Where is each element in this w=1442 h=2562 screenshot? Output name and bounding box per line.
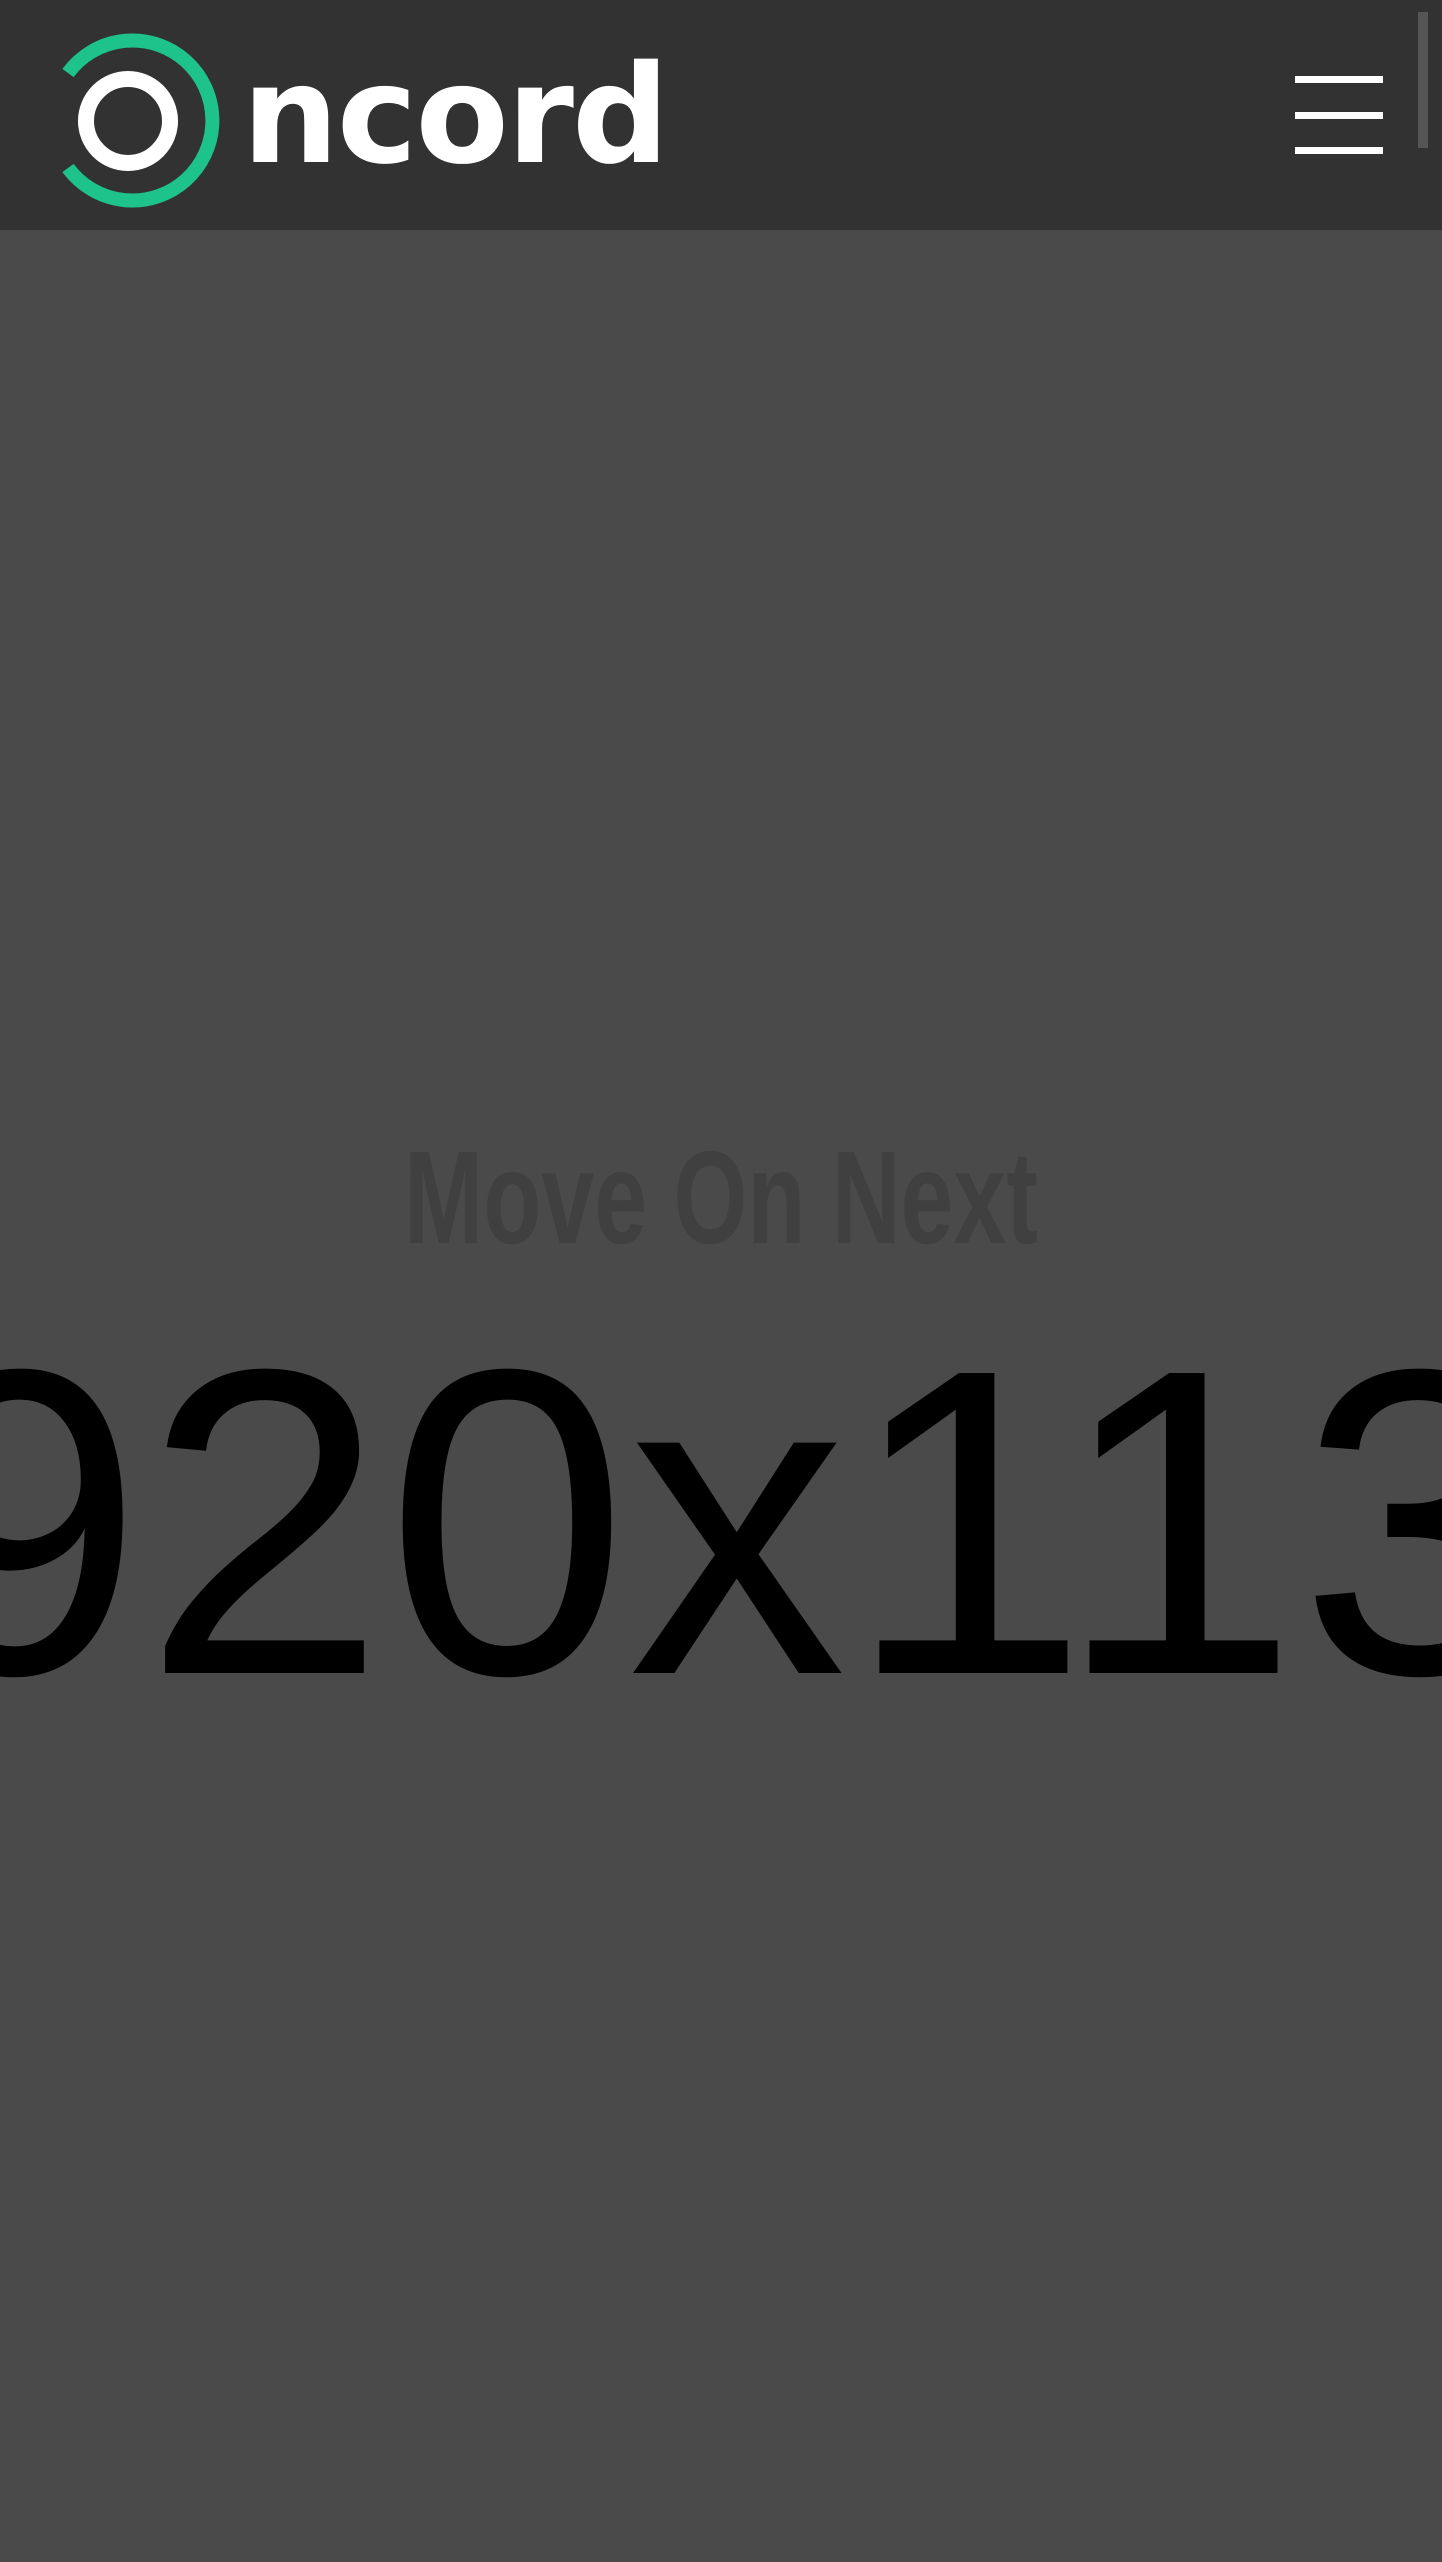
image-placeholder-size: 1920x1130 bbox=[0, 1279, 1442, 1766]
hero-title: Move On Next bbox=[404, 1124, 1038, 1271]
scrollbar[interactable] bbox=[1418, 12, 1428, 148]
hamburger-menu-button[interactable] bbox=[1295, 76, 1391, 154]
hero-banner: Move On Next 1920x1130 bbox=[0, 230, 1442, 2562]
logo-wordmark: ncord bbox=[242, 36, 669, 195]
hamburger-menu-icon bbox=[1295, 76, 1383, 83]
oncord-logo[interactable]: ncord bbox=[50, 18, 669, 223]
oncord-logo-icon bbox=[62, 33, 220, 208]
site-header: ncord bbox=[0, 0, 1442, 230]
